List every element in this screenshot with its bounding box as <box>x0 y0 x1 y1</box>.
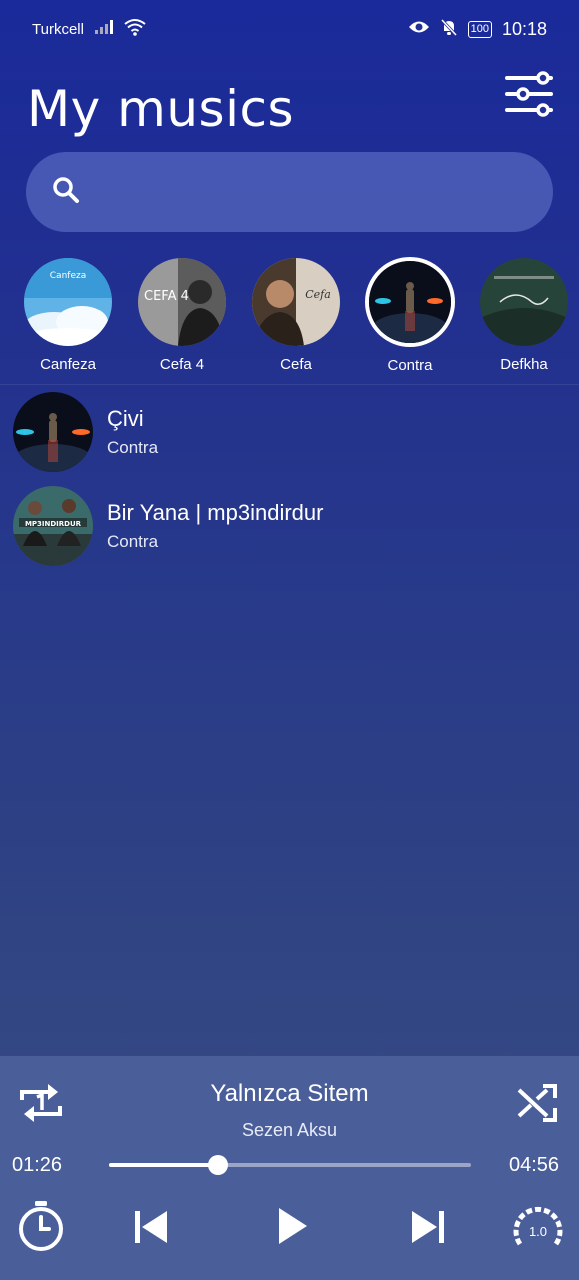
cover-text: MP3INDIRDUR <box>25 520 82 528</box>
cover-text: Cefa <box>305 288 331 301</box>
current-time: 01:26 <box>12 1154 63 1176</box>
artist-label: Cefa <box>280 356 312 373</box>
seek-progress <box>109 1163 218 1167</box>
wifi-icon <box>124 18 146 40</box>
sleep-timer-button[interactable] <box>17 1200 65 1257</box>
song-list: Çivi Contra MP3INDIRDUR Bir Yana | mp3in… <box>0 385 579 573</box>
seek-handle[interactable] <box>207 1155 228 1175</box>
timer-icon <box>17 1201 65 1256</box>
search-input[interactable] <box>94 180 514 204</box>
total-time: 04:56 <box>509 1154 560 1176</box>
speed-label: 1.0 <box>528 1224 548 1239</box>
skip-previous-icon <box>134 1211 168 1247</box>
next-button[interactable] <box>411 1211 445 1248</box>
artist-item-cefa[interactable]: Cefa Cefa <box>241 250 351 373</box>
artist-avatar <box>365 257 455 347</box>
clock: 10:18 <box>501 18 547 39</box>
skip-next-icon <box>411 1211 445 1247</box>
carrier-label: Turkcell <box>32 20 84 38</box>
play-button[interactable] <box>277 1208 309 1249</box>
now-playing-title: Yalnızca Sitem <box>210 1080 369 1107</box>
previous-button[interactable] <box>134 1211 168 1248</box>
search-bar[interactable] <box>26 152 553 232</box>
shuffle-button[interactable] <box>517 1082 559 1129</box>
song-cover: MP3INDIRDUR <box>13 486 93 566</box>
filter-settings-button[interactable] <box>503 70 555 118</box>
shuffle-icon <box>517 1084 559 1128</box>
artist-label: Contra <box>387 357 433 374</box>
artist-item-cefa-4[interactable]: CEFA 4 Cefa 4 <box>127 250 237 373</box>
song-row[interactable]: MP3INDIRDUR Bir Yana | mp3indirdur Contr… <box>0 479 579 573</box>
play-icon <box>277 1208 309 1248</box>
song-row[interactable]: Çivi Contra <box>0 385 579 479</box>
page-title: My musics <box>27 80 294 138</box>
seek-bar[interactable] <box>109 1155 471 1175</box>
status-bar: Turkcell 100 10:18 <box>0 0 579 58</box>
song-artist: Contra <box>107 438 159 457</box>
artist-item-contra[interactable]: Contra <box>355 250 465 374</box>
sliders-icon <box>503 71 555 122</box>
artist-item-canfeza[interactable]: Canfeza Canfeza <box>13 250 123 373</box>
header: My musics <box>0 70 579 146</box>
cover-text: CEFA 4 <box>144 289 189 304</box>
eye-icon <box>408 19 430 39</box>
song-title: Çivi <box>107 406 144 431</box>
artist-avatar: Canfeza <box>24 258 112 346</box>
cover-text: Canfeza <box>50 271 86 281</box>
bell-muted-icon <box>440 18 458 40</box>
artist-label: Cefa 4 <box>159 356 205 373</box>
artist-avatar: CEFA 4 <box>138 258 226 346</box>
song-cover <box>13 392 93 472</box>
artist-avatar: Cefa <box>252 258 340 346</box>
mini-player: Yalnızca Sitem Sezen Aksu 01:26 04:56 1.… <box>0 1056 579 1280</box>
artist-label: Defkha <box>500 356 548 373</box>
song-artist: Contra <box>107 532 159 551</box>
artist-label: Canfeza <box>40 356 96 373</box>
battery-indicator: 100 <box>467 20 492 38</box>
artist-item-defkhan[interactable]: Defkha <box>469 250 579 373</box>
song-title: Bir Yana | mp3indirdur <box>107 500 324 525</box>
artist-carousel[interactable]: Canfeza Canfeza CEFA 4 Cefa 4 Cefa Cefa … <box>0 250 579 382</box>
artist-avatar <box>480 258 568 346</box>
search-icon <box>52 176 80 209</box>
signal-icon <box>94 19 114 39</box>
now-playing-artist: Sezen Aksu <box>241 1120 338 1140</box>
